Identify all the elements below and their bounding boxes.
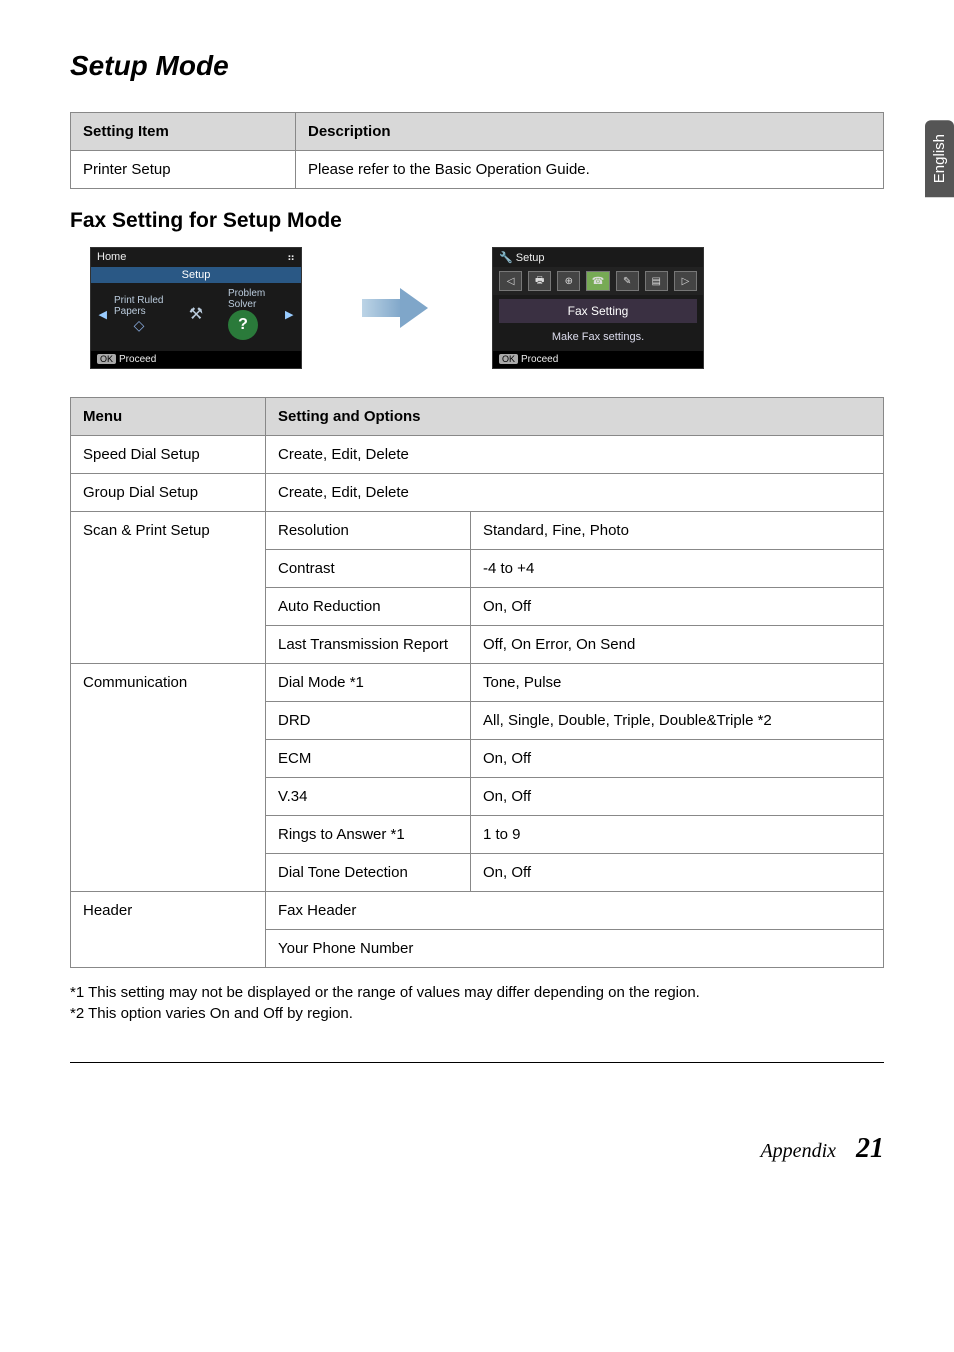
t2-cm-5-0: Dial Tone Detection (266, 854, 471, 892)
settings-table-1: Setting Item Description Printer Setup P… (70, 112, 884, 189)
t2-comm-menu: Communication (71, 664, 266, 892)
lcd-row: Home ⠶ Setup ◀ Print RuledPapers ◇ ⚒ Pro… (90, 247, 884, 369)
t2-sp-0-0: Resolution (266, 512, 471, 550)
t2-sp-3-1: Off, On Error, On Send (471, 626, 884, 664)
lcd-fax-setting: 🔧 Setup ◁ 🖶 ⊕ ☎ ✎ ▤ ▷ Fax Setting Make F… (492, 247, 704, 369)
t2-header-menu: Header (71, 892, 266, 968)
t2-cm-0-1: Tone, Pulse (471, 664, 884, 702)
t2-scanprint-menu: Scan & Print Setup (71, 512, 266, 664)
t2-hd-0: Fax Header (266, 892, 884, 930)
t2-header-1: Setting and Options (266, 398, 884, 436)
t2-cm-2-1: On, Off (471, 740, 884, 778)
t2-cm-3-0: V.34 (266, 778, 471, 816)
t2-cm-0-0: Dial Mode *1 (266, 664, 471, 702)
footnote-2: *2 This option varies On and Off by regi… (70, 1005, 884, 1022)
lcd1-setup-label: Setup (91, 267, 301, 283)
t1-r0-c1: Please refer to the Basic Operation Guid… (296, 151, 884, 189)
footnote-1: *1 This setting may not be displayed or … (70, 984, 884, 1001)
lcd1-tile-middle: ⚒ (171, 304, 221, 324)
chevron-right-icon: ▶ (285, 308, 293, 321)
ok-badge-2: OK (499, 354, 518, 364)
lcd2-title: Setup (516, 252, 545, 264)
question-icon: ? (228, 310, 258, 340)
wrench-icon: 🔧 (499, 252, 513, 264)
lcd2-band: Fax Setting (499, 299, 697, 323)
network2-icon: ⊕ (557, 271, 580, 291)
t2-speed-dial-menu: Speed Dial Setup (71, 436, 266, 474)
t2-cm-1-1: All, Single, Double, Triple, Double&Trip… (471, 702, 884, 740)
side-tab-english: English (925, 120, 954, 197)
lcd1-tile-print-ruled: Print RuledPapers ◇ (114, 295, 164, 334)
lcd1-proceed: Proceed (119, 354, 156, 365)
ok-badge: OK (97, 354, 116, 364)
t2-sp-1-0: Contrast (266, 550, 471, 588)
network-icon: ⠶ (287, 251, 295, 264)
arrow-right-icon (362, 283, 432, 333)
t2-header-0: Menu (71, 398, 266, 436)
lcd2-proceed: Proceed (521, 354, 558, 365)
t1-r0-c0: Printer Setup (71, 151, 296, 189)
t2-cm-3-1: On, Off (471, 778, 884, 816)
tool-icon: ✎ (616, 271, 639, 291)
t2-speed-dial-opts: Create, Edit, Delete (266, 436, 884, 474)
t2-cm-4-1: 1 to 9 (471, 816, 884, 854)
t2-group-dial-menu: Group Dial Setup (71, 474, 266, 512)
footer-page-number: 21 (856, 1133, 884, 1165)
t1-header-1: Description (296, 113, 884, 151)
t2-cm-5-1: On, Off (471, 854, 884, 892)
chevron-left-icon: ◀ (99, 308, 107, 321)
t2-cm-2-0: ECM (266, 740, 471, 778)
t2-group-dial-opts: Create, Edit, Delete (266, 474, 884, 512)
page-footer: Appendix 21 (70, 1123, 884, 1165)
t2-sp-2-0: Auto Reduction (266, 588, 471, 626)
fax-icon: ☎ (586, 271, 609, 291)
nav-right-icon: ▷ (674, 271, 697, 291)
lcd2-subtext: Make Fax settings. (493, 327, 703, 347)
t2-sp-2-1: On, Off (471, 588, 884, 626)
subtitle: Fax Setting for Setup Mode (70, 209, 884, 233)
printer-icon: 🖶 (528, 271, 551, 291)
nav-left-icon: ◁ (499, 271, 522, 291)
lcd1-tile-problem-solver: ProblemSolver ? (228, 288, 278, 340)
footer-section: Appendix (760, 1140, 836, 1163)
t2-cm-4-0: Rings to Answer *1 (266, 816, 471, 854)
t2-sp-3-0: Last Transmission Report (266, 626, 471, 664)
lcd-home-setup: Home ⠶ Setup ◀ Print RuledPapers ◇ ⚒ Pro… (90, 247, 302, 369)
t2-sp-0-1: Standard, Fine, Photo (471, 512, 884, 550)
lcd1-home: Home (97, 251, 126, 264)
settings-table-2: Menu Setting and Options Speed Dial Setu… (70, 397, 884, 968)
device-icon: ▤ (645, 271, 668, 291)
page-title: Setup Mode (70, 50, 884, 82)
t1-header-0: Setting Item (71, 113, 296, 151)
t2-hd-1: Your Phone Number (266, 930, 884, 968)
t2-cm-1-0: DRD (266, 702, 471, 740)
t2-sp-1-1: -4 to +4 (471, 550, 884, 588)
lcd2-icon-row: ◁ 🖶 ⊕ ☎ ✎ ▤ ▷ (493, 267, 703, 295)
